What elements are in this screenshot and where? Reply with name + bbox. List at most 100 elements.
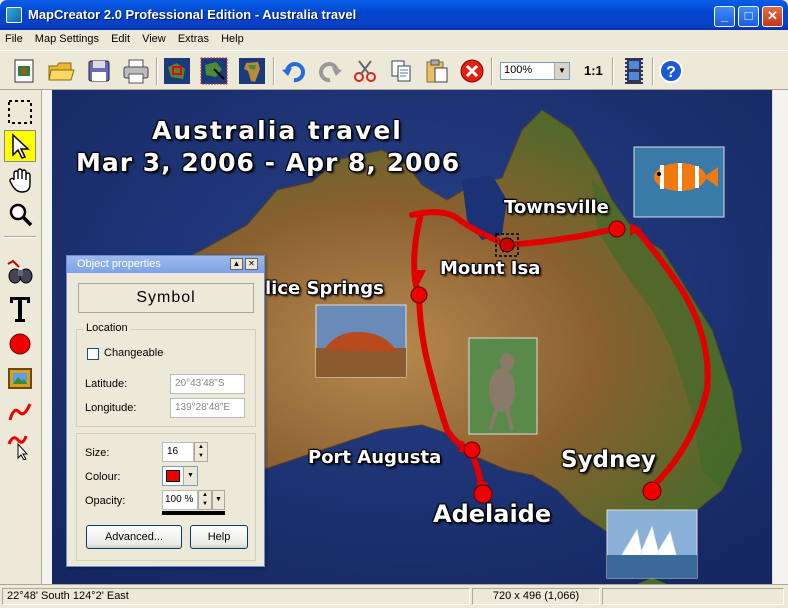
tool-palette <box>0 90 42 584</box>
zoom-select[interactable]: 100% ▼ <box>500 62 570 80</box>
map-cursor-icon <box>200 57 228 85</box>
colour-swatch <box>166 470 180 482</box>
undo-button[interactable] <box>279 56 309 86</box>
folder-open-icon <box>48 62 75 81</box>
opacity-spinner[interactable]: ▲ ▼ <box>198 490 212 510</box>
text-tool[interactable] <box>4 293 36 325</box>
symbol-tool[interactable] <box>4 328 36 360</box>
changeable-checkbox[interactable] <box>87 348 99 360</box>
panel-close-icon[interactable]: ✕ <box>245 258 258 270</box>
paste-button[interactable] <box>422 56 452 86</box>
save-button[interactable] <box>84 56 114 86</box>
size-spinner[interactable]: ▲ ▼ <box>194 442 208 462</box>
location-group-label: Location <box>83 322 131 334</box>
print-button[interactable] <box>121 56 151 86</box>
panel-help-button[interactable]: Help <box>190 525 248 549</box>
window-title: MapCreator 2.0 Professional Edition - Au… <box>28 7 357 22</box>
colour-label: Colour: <box>85 471 121 483</box>
status-size: 720 x 496 (1,066) <box>472 588 600 605</box>
maximize-button[interactable]: □ <box>738 6 759 27</box>
magnifier-icon <box>9 203 33 227</box>
size-field[interactable]: 16 <box>162 442 194 462</box>
film-strip-icon <box>625 58 643 84</box>
latitude-field[interactable]: 20°43'48"S <box>170 374 245 394</box>
label-mount-isa: Mount Isa <box>440 258 541 279</box>
opacity-bar <box>162 511 225 515</box>
sydney-opera-photo <box>606 509 698 579</box>
paste-icon <box>426 59 448 83</box>
latitude-label: Latitude: <box>85 378 128 390</box>
opacity-dropdown-icon[interactable]: ▼ <box>212 490 225 510</box>
opacity-field[interactable]: 100 % <box>162 490 198 510</box>
new-map-button[interactable] <box>9 56 39 86</box>
panel-title: Object properties <box>77 258 161 270</box>
advanced-button[interactable]: Advanced... <box>86 525 182 549</box>
copy-button[interactable] <box>386 56 416 86</box>
binoculars-tool[interactable] <box>4 256 36 288</box>
select-map-region-button[interactable] <box>162 56 192 86</box>
status-bar: 22°48' South 124°2' East 720 x 496 (1,06… <box>0 584 788 608</box>
open-button[interactable] <box>46 56 76 86</box>
panel-collapse-icon[interactable]: ▲ <box>230 258 243 270</box>
cut-button[interactable] <box>350 56 380 86</box>
object-properties-panel: Object properties ▲ ✕ Symbol Location Ch… <box>66 255 265 567</box>
film-export-button[interactable] <box>619 56 649 86</box>
route-tool[interactable] <box>4 396 36 428</box>
app-icon <box>6 7 22 23</box>
label-townsville: Townsville <box>504 197 609 218</box>
label-sydney: Sydney <box>561 447 656 473</box>
status-coords: 22°48' South 124°2' East <box>2 588 470 605</box>
vertical-scrollbar[interactable] <box>772 90 788 584</box>
marquee-select-tool[interactable] <box>4 96 36 128</box>
symbol-button[interactable]: Symbol <box>78 283 254 313</box>
route-edit-tool[interactable] <box>4 430 36 462</box>
changeable-label: Changeable <box>104 347 164 359</box>
map-select-button[interactable] <box>199 56 229 86</box>
size-label: Size: <box>85 447 110 459</box>
pan-tool[interactable] <box>4 164 36 196</box>
delete-button[interactable] <box>457 56 487 86</box>
menu-view[interactable]: View <box>137 30 170 45</box>
actual-size-button[interactable]: 1:1 <box>584 63 603 78</box>
pointer-tool[interactable] <box>4 130 36 162</box>
clownfish-photo <box>633 146 725 218</box>
floppy-icon <box>88 60 110 82</box>
title-bar: MapCreator 2.0 Professional Edition - Au… <box>0 0 788 30</box>
panel-header[interactable]: Object properties ▲ ✕ <box>67 256 264 273</box>
longitude-field[interactable]: 139°28'48"E <box>170 398 245 418</box>
chevron-down-icon: ▼ <box>183 467 197 485</box>
africa-map-icon <box>239 58 265 84</box>
map-title: Australia travel <box>152 116 403 145</box>
toolbar: 100% ▼ 1:1 ? <box>0 50 788 90</box>
help-icon: ? <box>659 59 683 83</box>
curve-cursor-icon <box>7 435 29 460</box>
chevron-down-icon[interactable]: ▼ <box>554 63 569 79</box>
zoom-tool[interactable] <box>4 198 36 230</box>
menu-edit[interactable]: Edit <box>106 30 134 45</box>
map-region-icon <box>164 58 190 84</box>
world-map-button[interactable] <box>237 56 267 86</box>
close-button[interactable]: ✕ <box>762 6 783 27</box>
new-map-icon <box>14 59 34 83</box>
menu-file[interactable]: File <box>0 30 27 45</box>
menu-help[interactable]: Help <box>216 30 248 45</box>
undo-icon <box>282 62 305 83</box>
text-tool-icon <box>10 297 30 322</box>
image-tool[interactable] <box>4 362 36 394</box>
red-curve-icon <box>8 403 32 421</box>
longitude-label: Longitude: <box>85 402 137 414</box>
svg-text:?: ? <box>666 64 676 81</box>
minimize-button[interactable]: _ <box>714 6 735 27</box>
help-button[interactable]: ? <box>656 56 686 86</box>
kangaroo-photo <box>468 337 538 435</box>
copy-icon <box>391 60 411 82</box>
delete-icon <box>460 59 484 83</box>
hand-icon <box>9 168 31 193</box>
menu-extras[interactable]: Extras <box>173 30 213 45</box>
colour-picker[interactable]: ▼ <box>162 466 198 486</box>
printer-icon <box>123 59 149 84</box>
redo-button[interactable] <box>315 56 345 86</box>
menu-map-settings[interactable]: Map Settings <box>30 30 103 45</box>
menu-bar: File Map Settings Edit View Extras Help <box>0 30 788 50</box>
marquee-icon <box>8 100 32 124</box>
